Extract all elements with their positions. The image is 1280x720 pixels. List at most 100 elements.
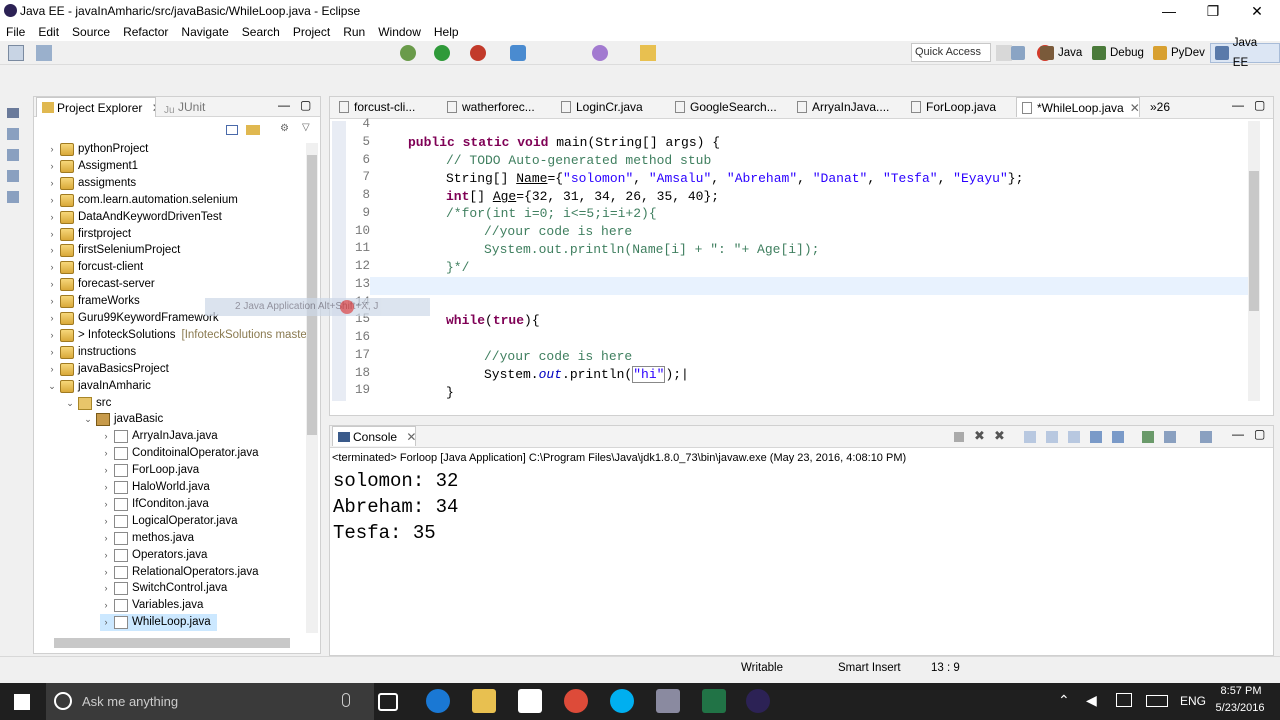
- console-horizontal-scrollbar[interactable]: [332, 638, 1256, 650]
- tree-item-file[interactable]: › Variables.java: [100, 597, 203, 614]
- expand-arrow-icon[interactable]: ›: [46, 344, 58, 361]
- problems-view-icon[interactable]: [7, 191, 19, 203]
- close-tab-icon[interactable]: ✕: [1130, 101, 1139, 115]
- tree-item-folder[interactable]: › Guru99KeywordFramework: [46, 310, 219, 327]
- explorer-scroll-thumb[interactable]: [307, 155, 317, 435]
- editor-scroll-thumb[interactable]: [1249, 171, 1259, 311]
- tab-junit[interactable]: Ju JUnit: [158, 97, 218, 117]
- close-tab-icon[interactable]: ✕: [152, 101, 155, 115]
- restore-button[interactable]: ❐: [1190, 0, 1236, 22]
- tree-item-folder[interactable]: › forcust-client: [46, 259, 143, 276]
- tree-item-file[interactable]: › Operators.java: [100, 547, 207, 564]
- expand-arrow-icon[interactable]: ›: [100, 428, 112, 445]
- view-menu-chevron-icon[interactable]: ▽: [302, 122, 310, 133]
- new-java-class-icon[interactable]: [510, 45, 526, 61]
- expand-arrow-icon[interactable]: ›: [100, 530, 112, 547]
- word-wrap-icon[interactable]: [1068, 431, 1080, 443]
- close-tab-icon[interactable]: ✕: [406, 430, 415, 444]
- notifications-icon[interactable]: [1116, 693, 1132, 707]
- task-view-icon[interactable]: [378, 693, 398, 711]
- tree-item-folder[interactable]: › frameWorks: [46, 293, 140, 310]
- expand-arrow-icon[interactable]: ›: [46, 293, 58, 310]
- expand-arrow-icon[interactable]: ›: [46, 226, 58, 243]
- maximize-console-icon[interactable]: ▢: [1254, 427, 1265, 441]
- code-line-11[interactable]: System.out.println(Name[i] + ": "+ Age[i…: [484, 241, 819, 259]
- expand-arrow-icon[interactable]: ›: [46, 242, 58, 259]
- tree-item-file[interactable]: › LogicalOperator.java: [100, 513, 237, 530]
- chrome-icon[interactable]: [564, 689, 588, 713]
- expand-arrow-icon[interactable]: ›: [46, 276, 58, 293]
- expand-arrow-icon[interactable]: ›: [46, 327, 58, 344]
- tab-logincr[interactable]: LoginCr.java: [556, 97, 666, 117]
- tree-item-folder[interactable]: › instructions: [46, 344, 136, 361]
- store-icon[interactable]: [518, 689, 542, 713]
- tree-item-folder[interactable]: › assigments: [46, 175, 136, 192]
- close-button[interactable]: ✕: [1234, 0, 1280, 22]
- maximize-editor-icon[interactable]: ▢: [1254, 98, 1265, 112]
- task-view-icon[interactable]: [7, 149, 19, 161]
- file-explorer-icon[interactable]: [472, 689, 496, 713]
- display-console-icon[interactable]: [1164, 431, 1176, 443]
- windows-start-icon[interactable]: [14, 694, 30, 710]
- scroll-lock-icon[interactable]: [1046, 431, 1058, 443]
- run-icon[interactable]: [434, 45, 450, 61]
- tree-item-file[interactable]: › ArryaInJava.java: [100, 428, 218, 445]
- show-console-stderr-icon[interactable]: [1112, 431, 1124, 443]
- expand-arrow-icon[interactable]: ›: [100, 513, 112, 530]
- tree-item-file[interactable]: › RelationalOperators.java: [100, 564, 259, 581]
- expand-arrow-icon[interactable]: ›: [100, 614, 112, 631]
- expand-arrow-icon[interactable]: ›: [100, 462, 112, 479]
- tree-item-folder[interactable]: › javaBasicsProject: [46, 361, 169, 378]
- minimize-button[interactable]: —: [1146, 0, 1192, 22]
- expand-arrow-icon[interactable]: ›: [46, 209, 58, 226]
- save-icon[interactable]: [36, 45, 52, 61]
- expand-arrow-icon[interactable]: ›: [100, 580, 112, 597]
- run-external-icon[interactable]: [470, 45, 486, 61]
- expand-arrow-icon[interactable]: ⌄: [46, 378, 58, 395]
- tree-item-file[interactable]: › WhileLoop.java: [100, 614, 217, 632]
- tab-arryainjava[interactable]: ArryaInJava....: [792, 97, 902, 117]
- tree-item-file[interactable]: › HaloWorld.java: [100, 479, 210, 496]
- tab-forcust-client[interactable]: forcust-cli...: [334, 97, 438, 117]
- tree-item-folder[interactable]: ⌄ javaBasic: [82, 411, 163, 428]
- menu-navigate[interactable]: Navigate: [181, 25, 228, 39]
- code-line-5[interactable]: public static void main(String[] args) {: [408, 134, 720, 152]
- tree-item-file[interactable]: › SwitchControl.java: [100, 580, 227, 597]
- tab-watherforecast[interactable]: watherforec...: [442, 97, 552, 117]
- tree-item-folder[interactable]: ⌄ src: [64, 395, 111, 412]
- open-console-icon[interactable]: [1200, 431, 1212, 443]
- explorer-horizontal-scrollbar[interactable]: [38, 637, 306, 649]
- perspective-pydev[interactable]: PyDev: [1153, 43, 1205, 63]
- tree-item-folder[interactable]: › firstSeleniumProject: [46, 242, 180, 259]
- expand-arrow-icon[interactable]: ›: [100, 496, 112, 513]
- code-line-19[interactable]: }: [446, 384, 454, 402]
- explorer-vertical-scrollbar[interactable]: [306, 143, 318, 633]
- open-perspective-button[interactable]: [1011, 43, 1029, 63]
- expand-arrow-icon[interactable]: ›: [46, 259, 58, 276]
- tree-item-folder[interactable]: ⌄ javaInAmharic: [46, 378, 151, 395]
- expand-arrow-icon[interactable]: ›: [100, 547, 112, 564]
- microphone-icon[interactable]: [342, 693, 350, 707]
- clear-console-icon[interactable]: [1024, 431, 1036, 443]
- menu-project[interactable]: Project: [293, 25, 330, 39]
- expand-arrow-icon[interactable]: ›: [46, 158, 58, 175]
- show-hidden-icons-icon[interactable]: ⌃: [1058, 692, 1070, 709]
- search-icon[interactable]: [592, 45, 608, 61]
- expand-arrow-icon[interactable]: ⌄: [82, 411, 94, 428]
- remove-launch-icon[interactable]: ✖: [974, 428, 985, 444]
- clock-date[interactable]: 5/23/2016: [1212, 702, 1268, 714]
- hierarchy-view-icon[interactable]: [7, 170, 19, 182]
- restore-view-icon[interactable]: [7, 108, 19, 118]
- code-line-17[interactable]: //your code is here: [484, 348, 632, 366]
- tab-console[interactable]: Console ✕: [332, 426, 416, 446]
- expand-arrow-icon[interactable]: ›: [100, 445, 112, 462]
- language-indicator[interactable]: ENG: [1180, 694, 1206, 708]
- tree-item-folder[interactable]: › firstproject: [46, 226, 131, 243]
- code-line-7[interactable]: String[] Name={"solomon", "Amsalu", "Abr…: [446, 170, 1023, 188]
- excel-icon[interactable]: [702, 689, 726, 713]
- outline-view-icon[interactable]: [7, 128, 19, 140]
- forward-icon[interactable]: [996, 45, 1012, 61]
- skype-icon[interactable]: [610, 689, 634, 713]
- expand-arrow-icon[interactable]: ›: [46, 192, 58, 209]
- tree-item-folder[interactable]: › Assigment1: [46, 158, 138, 175]
